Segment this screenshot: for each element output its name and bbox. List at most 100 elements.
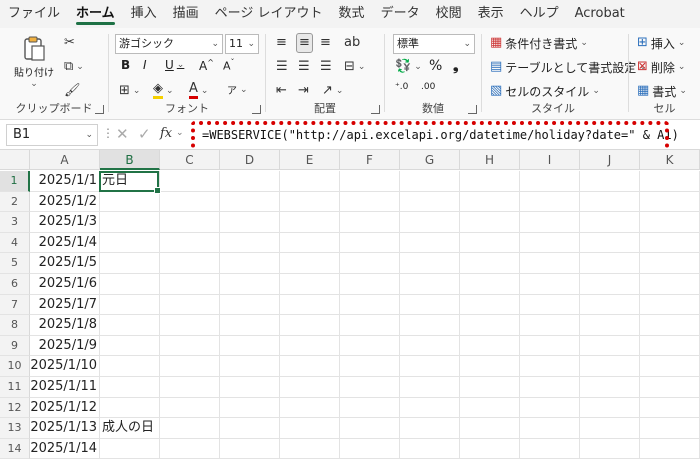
font-launcher-icon[interactable] — [252, 105, 261, 114]
cell-empty[interactable] — [460, 253, 520, 274]
cell-empty[interactable] — [460, 418, 520, 439]
insert-function-icon[interactable]: fx — [160, 126, 172, 141]
conditional-format-button[interactable]: ▦ 条件付き書式 ⌄ — [490, 34, 588, 52]
decrease-indent-button[interactable]: ⇤ — [276, 82, 287, 100]
name-box-dropdown-icon[interactable]: ⌄ — [85, 125, 93, 145]
cell-empty[interactable] — [340, 171, 400, 192]
cell-date[interactable]: 2025/1/13 — [30, 418, 100, 439]
borders-button[interactable]: ⊞ ⌄ — [119, 82, 140, 100]
cell-date[interactable]: 2025/1/11 — [30, 377, 100, 398]
cell-empty[interactable] — [220, 418, 280, 439]
row-header[interactable]: 6 — [0, 274, 30, 295]
cell-empty[interactable] — [340, 294, 400, 316]
insert-cells-button[interactable]: ⊞ 挿入 ⌄ — [637, 34, 685, 52]
cell-empty[interactable] — [340, 418, 400, 439]
cell-empty[interactable] — [340, 232, 400, 254]
cell-empty[interactable] — [460, 212, 520, 233]
cell-empty[interactable] — [580, 253, 640, 274]
cell-empty[interactable] — [520, 438, 580, 459]
cell-date[interactable]: 2025/1/6 — [30, 274, 100, 295]
font-name-select[interactable]: 游ゴシック ⌄ — [115, 34, 223, 54]
row-header[interactable]: 7 — [0, 294, 30, 316]
cell-empty[interactable] — [280, 438, 340, 459]
row-header[interactable]: 10 — [0, 356, 30, 377]
cell-empty[interactable] — [400, 274, 460, 295]
cell-empty[interactable] — [580, 191, 640, 213]
cell-empty[interactable] — [520, 294, 580, 316]
cell-empty[interactable] — [220, 397, 280, 419]
cell-empty[interactable] — [220, 438, 280, 459]
select-all-corner[interactable] — [0, 150, 30, 170]
increase-decimal-button[interactable]: ⁺.0 — [395, 82, 408, 92]
paste-button[interactable]: 貼り付け ⌄ — [14, 34, 54, 89]
row-header[interactable]: 14 — [0, 438, 30, 459]
cell-empty[interactable] — [220, 232, 280, 254]
cell-empty[interactable] — [520, 335, 580, 357]
cell-empty[interactable] — [580, 315, 640, 336]
menu-help[interactable]: ヘルプ — [512, 0, 567, 28]
format-painter-button[interactable]: 🖌 — [64, 82, 81, 100]
cell-empty[interactable] — [220, 274, 280, 295]
percent-button[interactable]: % — [429, 58, 442, 74]
name-box[interactable]: B1 ⌄ — [6, 124, 98, 146]
cell-empty[interactable] — [640, 335, 700, 357]
cell-empty[interactable] — [400, 294, 460, 316]
cell-empty[interactable] — [520, 356, 580, 377]
decrease-font-button[interactable]: Aˇ — [223, 58, 235, 73]
cell-holiday[interactable] — [100, 253, 160, 274]
phonetic-button[interactable]: ア ⌄ — [227, 82, 248, 98]
cell-empty[interactable] — [280, 377, 340, 398]
paste-dropdown-icon[interactable]: ⌄ — [30, 79, 38, 89]
cell-empty[interactable] — [400, 335, 460, 357]
cell-empty[interactable] — [340, 191, 400, 213]
cell-empty[interactable] — [640, 397, 700, 419]
row-header[interactable]: 5 — [0, 253, 30, 274]
cell-date[interactable]: 2025/1/1 — [30, 171, 100, 192]
cell-date[interactable]: 2025/1/10 — [30, 356, 100, 377]
cell-empty[interactable] — [460, 377, 520, 398]
cell-empty[interactable] — [460, 335, 520, 357]
cell-holiday[interactable] — [100, 212, 160, 233]
cell-empty[interactable] — [220, 294, 280, 316]
cell-empty[interactable] — [460, 191, 520, 213]
cell-empty[interactable] — [520, 253, 580, 274]
cancel-icon[interactable]: ✕ — [116, 125, 129, 143]
cell-empty[interactable] — [280, 274, 340, 295]
cell-empty[interactable] — [580, 418, 640, 439]
cell-empty[interactable] — [160, 274, 220, 295]
cell-holiday[interactable] — [100, 294, 160, 316]
cell-empty[interactable] — [280, 294, 340, 316]
cell-empty[interactable] — [400, 253, 460, 274]
column-header-c[interactable]: C — [160, 150, 220, 170]
cell-empty[interactable] — [160, 335, 220, 357]
menu-home[interactable]: ホーム — [68, 0, 123, 28]
cell-empty[interactable] — [220, 315, 280, 336]
accounting-format-button[interactable]: 💱 ⌄ — [395, 58, 422, 76]
cell-empty[interactable] — [160, 377, 220, 398]
cell-empty[interactable] — [340, 356, 400, 377]
cell-empty[interactable] — [580, 356, 640, 377]
cell-holiday[interactable] — [100, 191, 160, 213]
row-header[interactable]: 3 — [0, 212, 30, 233]
cell-empty[interactable] — [400, 418, 460, 439]
cell-empty[interactable] — [460, 171, 520, 192]
menu-data[interactable]: データ — [373, 0, 428, 28]
cell-empty[interactable] — [580, 335, 640, 357]
cell-empty[interactable] — [640, 171, 700, 192]
cell-date[interactable]: 2025/1/3 — [30, 212, 100, 233]
cell-empty[interactable] — [580, 377, 640, 398]
cell-empty[interactable] — [580, 397, 640, 419]
cell-styles-button[interactable]: ▧ セルのスタイル ⌄ — [490, 82, 600, 100]
cell-empty[interactable] — [280, 335, 340, 357]
column-header-h[interactable]: H — [460, 150, 520, 170]
cell-empty[interactable] — [400, 356, 460, 377]
cell-date[interactable]: 2025/1/9 — [30, 335, 100, 357]
enter-checkmark-icon[interactable]: ✓ — [138, 125, 151, 143]
cell-empty[interactable] — [580, 274, 640, 295]
column-header-i[interactable]: I — [520, 150, 580, 170]
cell-empty[interactable] — [220, 212, 280, 233]
cell-date[interactable]: 2025/1/14 — [30, 438, 100, 459]
cell-date[interactable]: 2025/1/4 — [30, 232, 100, 254]
cell-empty[interactable] — [580, 171, 640, 192]
cell-empty[interactable] — [400, 315, 460, 336]
